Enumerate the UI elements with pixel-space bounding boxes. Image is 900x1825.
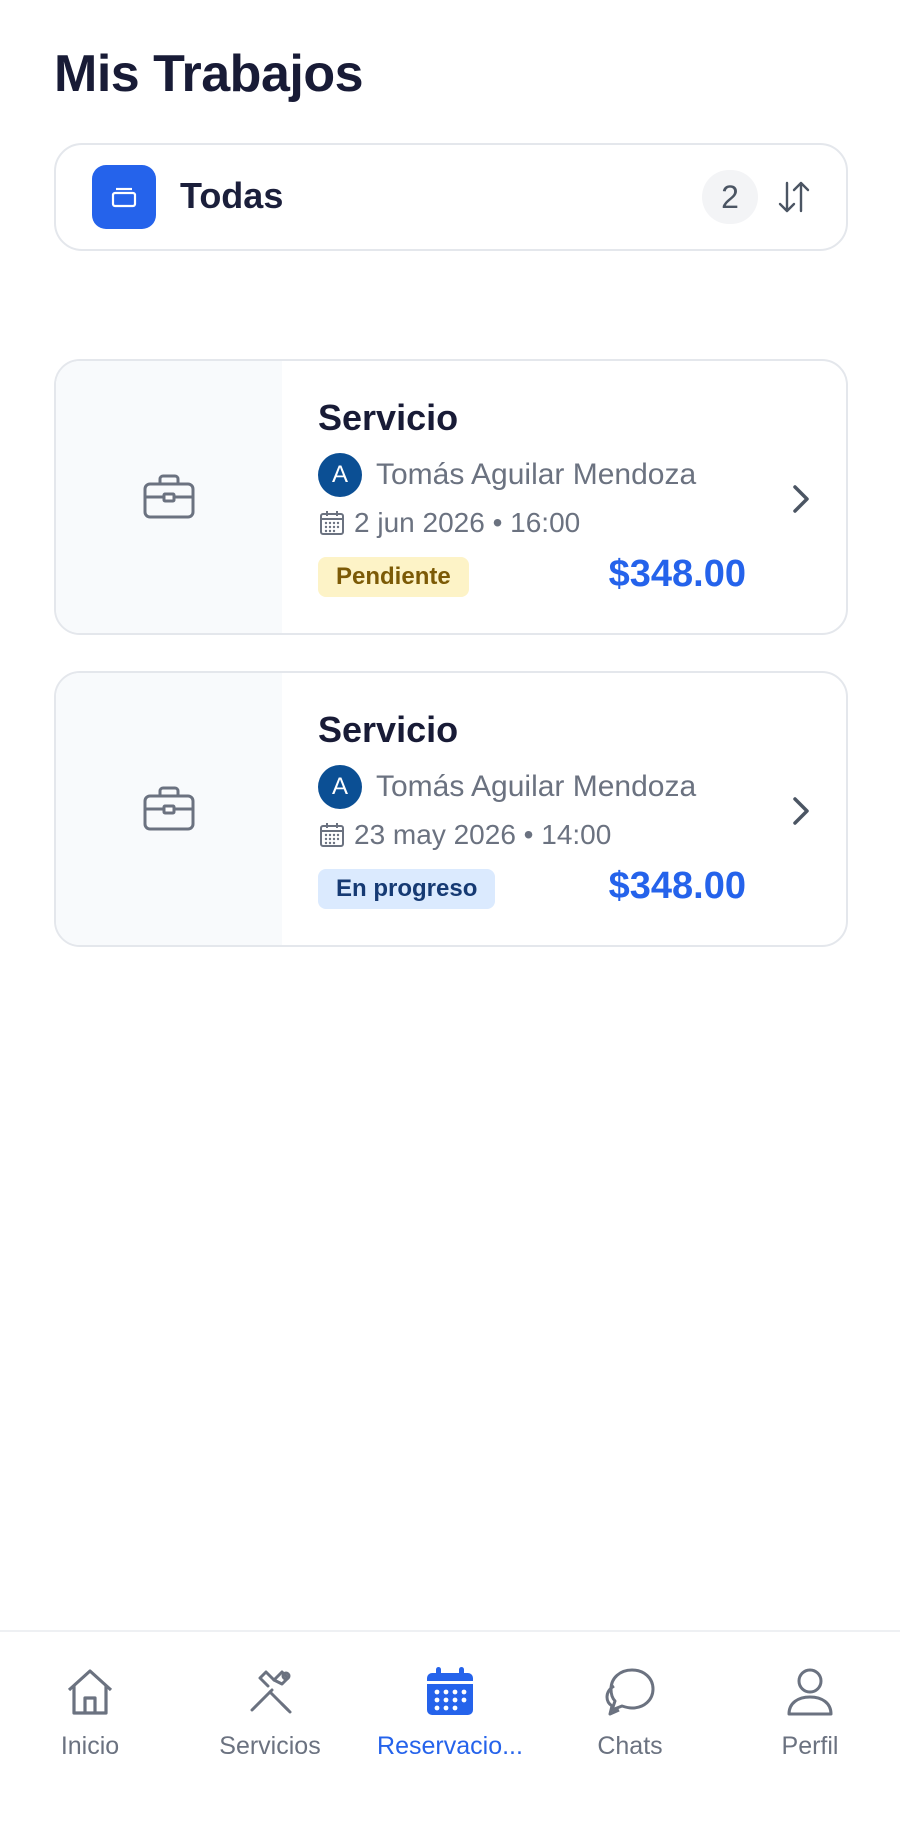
job-price: $348.00 — [608, 553, 746, 595]
client-name: Tomás Aguilar Mendoza — [376, 458, 697, 491]
client-row: A Tomás Aguilar Mendoza — [318, 453, 696, 497]
chevron-right-icon — [793, 797, 809, 825]
calendar-icon — [427, 1667, 473, 1715]
home-icon — [67, 1669, 113, 1715]
nav-item-servicios[interactable]: Servicios — [180, 1664, 360, 1774]
status-badge: Pendiente — [318, 557, 469, 597]
filter-selector[interactable]: Todas 2 — [54, 143, 848, 251]
chat-icon — [605, 1668, 655, 1716]
page-title: Mis Trabajos — [54, 45, 364, 103]
job-date: 2 jun 2026 • 16:00 — [354, 507, 581, 538]
calendar-small-icon — [320, 823, 344, 847]
job-price: $348.00 — [608, 865, 746, 907]
user-icon — [787, 1668, 833, 1716]
date-row: 2 jun 2026 • 16:00 — [318, 503, 580, 543]
job-date: 23 may 2026 • 14:00 — [354, 819, 612, 850]
job-title: Servicio — [318, 709, 459, 750]
nav-label: Chats — [597, 1732, 663, 1760]
job-card[interactable]: Servicio A Tomás Aguilar Mendoza 2 jun 2… — [54, 359, 848, 635]
nav-label: Perfil — [781, 1732, 839, 1760]
client-name: Tomás Aguilar Mendoza — [376, 770, 697, 803]
nav-item-inicio[interactable]: Inicio — [0, 1664, 180, 1774]
nav-label: Reservacio... — [377, 1732, 523, 1760]
job-title: Servicio — [318, 397, 459, 438]
nav-item-reservaciones[interactable]: Reservacio... — [360, 1664, 540, 1774]
nav-label: Servicios — [219, 1732, 321, 1760]
filter-count-badge: 2 — [702, 170, 758, 224]
sort-arrows-icon[interactable] — [774, 177, 814, 217]
nav-label: Inicio — [60, 1732, 120, 1760]
date-row: 23 may 2026 • 14:00 — [318, 815, 611, 855]
chevron-right-icon — [793, 485, 809, 513]
job-card[interactable]: Servicio A Tomás Aguilar Mendoza 23 may … — [54, 671, 848, 947]
briefcase-icon — [143, 786, 195, 831]
stack-icon — [92, 165, 156, 229]
filter-label: Todas — [180, 175, 284, 216]
avatar: A — [318, 765, 362, 809]
nav-item-perfil[interactable]: Perfil — [720, 1664, 900, 1774]
job-thumbnail — [56, 361, 282, 633]
calendar-small-icon — [320, 511, 344, 535]
nav-item-chats[interactable]: Chats — [540, 1664, 720, 1774]
job-thumbnail — [56, 673, 282, 945]
client-row: A Tomás Aguilar Mendoza — [318, 765, 696, 809]
briefcase-icon — [143, 474, 195, 519]
status-badge: En progreso — [318, 869, 496, 909]
tools-icon — [250, 1670, 292, 1714]
bottom-nav: Inicio Servicios Reservacio... Chats Per… — [0, 1630, 900, 1825]
avatar: A — [318, 453, 362, 497]
